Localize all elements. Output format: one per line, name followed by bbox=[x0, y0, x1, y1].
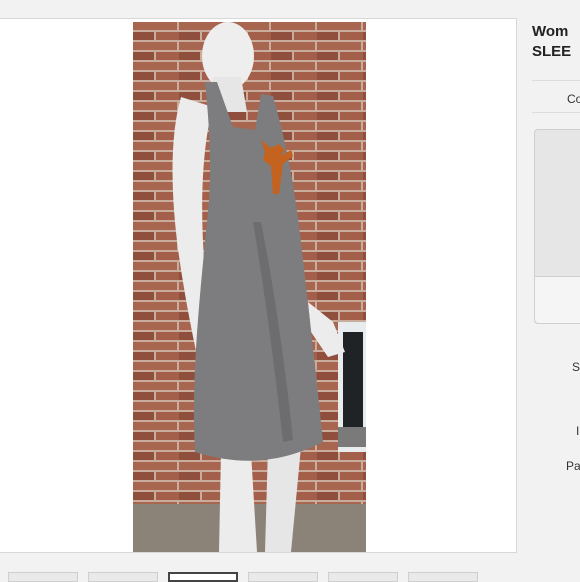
listing-title-line1: Wom bbox=[532, 23, 569, 40]
thumbnail-6[interactable] bbox=[408, 572, 478, 582]
condition-divider bbox=[532, 112, 580, 113]
size-label: S bbox=[572, 360, 580, 374]
thumbnail-2[interactable] bbox=[88, 572, 158, 582]
purchase-box-footer bbox=[535, 277, 580, 323]
thumbnail-3-active[interactable] bbox=[168, 572, 238, 582]
brand-label: I bbox=[576, 424, 580, 438]
product-photo-image bbox=[133, 22, 366, 552]
purchase-box bbox=[534, 129, 580, 324]
title-divider bbox=[532, 80, 580, 81]
thumbnail-5[interactable] bbox=[328, 572, 398, 582]
listing-title-line2: SLEE bbox=[532, 43, 572, 60]
listing-details-panel: Wom SLEE Co S I Pa bbox=[516, 0, 580, 580]
thumbnail-1[interactable] bbox=[8, 572, 78, 582]
thumbnail-4[interactable] bbox=[248, 572, 318, 582]
listing-title: Wom SLEE bbox=[532, 22, 571, 62]
pattern-label: Pa bbox=[566, 459, 580, 473]
thumbnail-strip bbox=[0, 572, 516, 582]
condition-label: Co bbox=[567, 92, 580, 106]
product-photo[interactable] bbox=[133, 22, 366, 552]
